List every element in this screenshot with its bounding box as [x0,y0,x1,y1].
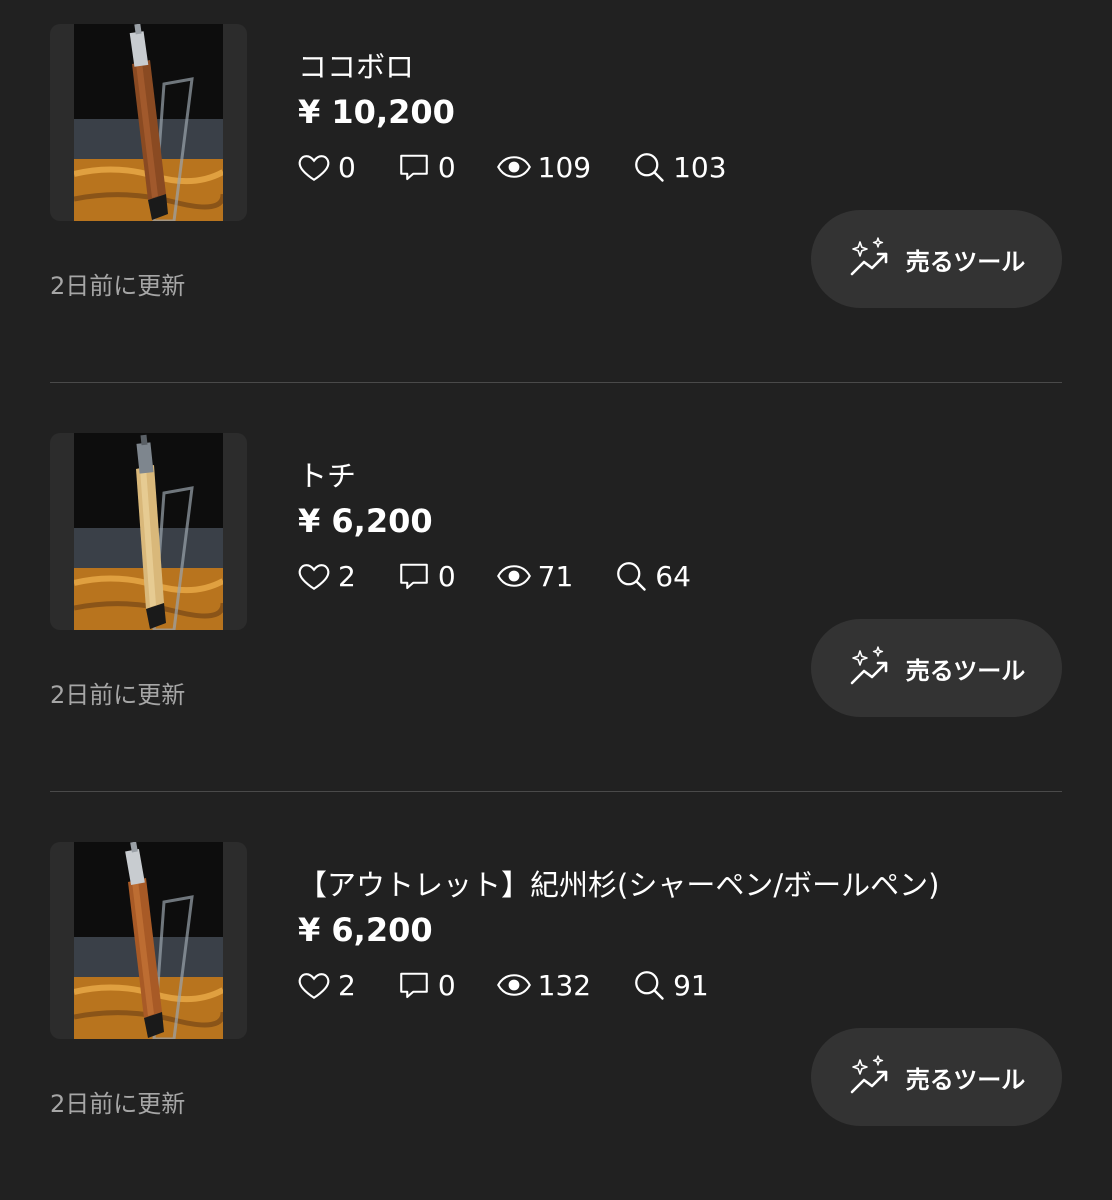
comment-icon [400,972,428,999]
views-stat: 132 [496,967,591,1003]
heart-icon [298,564,330,590]
updated-timestamp: 2日前に更新 [50,681,186,709]
product-thumbnail[interactable] [50,842,247,1039]
views-count: 132 [537,968,592,1002]
searches-stat: 91 [631,967,709,1003]
product-stats: 2 0 132 91 [296,964,749,1006]
likes-count: 0 [338,150,356,184]
product-thumbnail[interactable] [50,24,247,221]
product-price: ¥ 10,200 [298,93,455,131]
selling-tools-label: 売るツール [905,656,1026,685]
searches-count: 91 [673,968,709,1002]
product-title[interactable]: トチ [298,453,356,495]
comments-count: 0 [437,968,456,1002]
heart-icon [298,155,330,181]
sparkle-trend-icon [850,1055,888,1094]
selling-tools-button[interactable]: 売るツール [811,1028,1062,1126]
selling-tools-label: 売るツール [905,247,1026,276]
searches-count: 103 [673,150,727,184]
selling-tools-label: 売るツール [905,1065,1026,1094]
likes-stat: 2 [296,967,356,1003]
comments-count: 0 [437,559,456,593]
sparkle-trend-icon [850,237,888,276]
eye-icon [496,565,531,587]
product-stats: 2 0 71 64 [296,555,731,597]
comments-stat: 0 [396,558,456,594]
product-price: ¥ 6,200 [298,502,433,540]
views-stat: 71 [496,558,574,594]
pen-photo [74,842,223,1039]
listing-item[interactable]: 【アウトレット】紀州杉(シャーペン/ボールペン) ¥ 6,200 2 0 132… [0,818,1112,1178]
heart-icon [298,973,330,999]
selling-tools-button[interactable]: 売るツール [811,619,1062,717]
likes-count: 2 [338,559,356,593]
views-stat: 109 [496,149,591,185]
comments-count: 0 [437,150,456,184]
product-title[interactable]: 【アウトレット】紀州杉(シャーペン/ボールペン) [298,862,939,904]
eye-icon [496,156,531,178]
listing-list: ココボロ ¥ 10,200 0 0 109 103 2日前に更新 売るツール ト… [0,0,1112,1200]
product-price: ¥ 6,200 [298,911,433,949]
searches-stat: 64 [613,558,691,594]
updated-timestamp: 2日前に更新 [50,272,186,300]
searches-count: 64 [655,559,691,593]
likes-count: 2 [338,968,356,1002]
comment-icon [400,154,428,181]
likes-stat: 0 [296,149,356,185]
comment-icon [400,563,428,590]
divider [50,791,1062,792]
likes-stat: 2 [296,558,356,594]
listing-item[interactable]: ココボロ ¥ 10,200 0 0 109 103 2日前に更新 売るツール [0,0,1112,360]
divider [50,382,1062,383]
comments-stat: 0 [396,149,456,185]
listing-item[interactable]: トチ ¥ 6,200 2 0 71 64 2日前に更新 売るツール [0,409,1112,769]
pen-photo [74,433,223,630]
comments-stat: 0 [396,967,456,1003]
pen-photo [74,24,223,221]
search-icon [635,153,664,182]
product-stats: 0 0 109 103 [296,146,767,188]
eye-icon [496,974,531,996]
updated-timestamp: 2日前に更新 [50,1090,186,1118]
views-count: 71 [537,559,574,593]
search-icon [617,562,646,591]
searches-stat: 103 [631,149,727,185]
product-thumbnail[interactable] [50,433,247,630]
views-count: 109 [537,150,592,184]
product-title[interactable]: ココボロ [298,44,414,86]
selling-tools-button[interactable]: 売るツール [811,210,1062,308]
sparkle-trend-icon [850,646,888,685]
search-icon [635,971,664,1000]
